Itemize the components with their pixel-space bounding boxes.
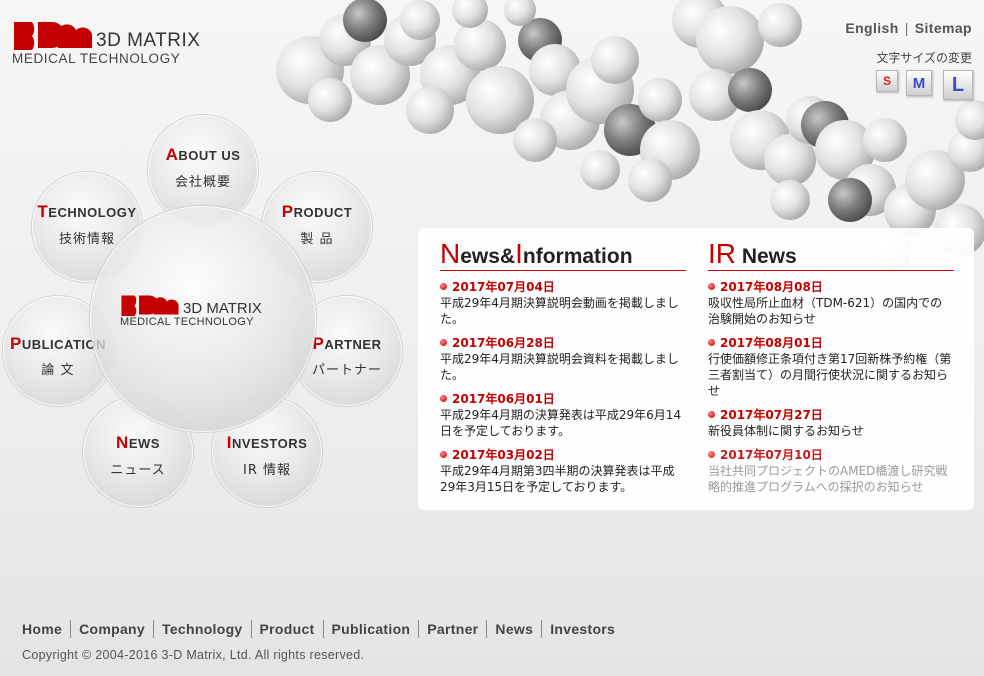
molecule-sphere <box>400 0 440 40</box>
font-size-medium-button[interactable]: M <box>906 70 932 96</box>
molecule-sphere <box>770 180 810 220</box>
molecule-sphere <box>628 158 672 202</box>
news-item[interactable]: 2017年06月28日 平成29年4月期決算説明会資料を掲載しました。 <box>440 335 686 383</box>
center-logo: 3D MATRIX MEDICAL TECHNOLOGY <box>120 294 290 334</box>
molecule-sphere <box>728 68 772 112</box>
footer-link-product[interactable]: Product <box>250 620 323 638</box>
news-item[interactable]: 2017年03月02日 平成29年4月期第3四半期の決算発表は平成29年3月15… <box>440 447 686 495</box>
news-item-date: 2017年06月28日 <box>440 335 686 351</box>
logo-name-line1: 3D MATRIX <box>96 30 201 51</box>
molecule-sphere <box>513 118 557 162</box>
header-links: English | Sitemap <box>845 20 972 36</box>
ir-news-item[interactable]: 2017年08月08日 吸収性局所止血材（TDM-621）の国内での治験開始のお… <box>708 279 954 327</box>
news-information-column: News&Information 2017年07月04日 平成29年4月期決算説… <box>440 238 686 503</box>
molecule-sphere <box>863 118 907 162</box>
font-size-large-button[interactable]: L <box>943 70 973 100</box>
nav-news-jp: ニュース <box>110 463 166 478</box>
nav-investors-jp: IR 情報 <box>243 463 291 478</box>
font-size-label: 文字サイズの変更 <box>876 51 972 65</box>
center-logo-circle[interactable]: 3D MATRIX MEDICAL TECHNOLOGY <box>90 206 316 432</box>
news-item-date: 2017年06月01日 <box>440 391 686 407</box>
ir-news-item-link[interactable]: 当社共同プロジェクトのAMED橋渡し研究戦略的推進プログラムへの採択のお知らせ <box>708 463 954 495</box>
news-item-link[interactable]: 平成29年4月期決算説明会動画を掲載しました。 <box>440 295 686 327</box>
ir-news-item-link[interactable]: 行使価額修正条項付き第17回新株予約権（第三者割当て）の月間行使状況に関するお知… <box>708 351 954 399</box>
molecule-sphere <box>406 86 454 134</box>
footer-link-home[interactable]: Home <box>22 620 70 638</box>
nav-product-en: PRODUCT <box>281 202 353 221</box>
footer-link-partner[interactable]: Partner <box>418 620 486 638</box>
ir-news-item[interactable]: 2017年07月27日 新役員体制に関するお知らせ <box>708 407 954 439</box>
ir-news-item[interactable]: 2017年07月10日 当社共同プロジェクトのAMED橋渡し研究戦略的推進プログ… <box>708 447 954 495</box>
logo-name-line2: MEDICAL TECHNOLOGY <box>12 51 181 66</box>
english-link[interactable]: English <box>845 20 898 36</box>
footer-link-company[interactable]: Company <box>70 620 153 638</box>
ir-news-item-link[interactable]: 吸収性局所止血材（TDM-621）の国内での治験開始のお知らせ <box>708 295 954 327</box>
news-item-link[interactable]: 平成29年4月期第3四半期の決算発表は平成29年3月15日を予定しております。 <box>440 463 686 495</box>
nav-partner-jp: パートナー <box>311 363 382 378</box>
molecule-sphere <box>308 78 352 122</box>
news-item-date: 2017年07月04日 <box>440 279 686 295</box>
ir-news-item-date: 2017年07月10日 <box>708 447 954 463</box>
ir-news-item[interactable]: 2017年08月01日 行使価額修正条項付き第17回新株予約権（第三者割当て）の… <box>708 335 954 399</box>
news-panel: News&Information 2017年07月04日 平成29年4月期決算説… <box>418 228 974 510</box>
news-list: 2017年07月04日 平成29年4月期決算説明会動画を掲載しました。 2017… <box>440 279 686 495</box>
news-information-heading: News&Information <box>440 238 686 271</box>
ir-news-item-date: 2017年07月27日 <box>708 407 954 423</box>
molecule-sphere <box>828 178 872 222</box>
footer-link-publication[interactable]: Publication <box>322 620 419 638</box>
nav-about-jp: 会社概要 <box>174 175 231 190</box>
ir-news-heading: IR News <box>708 238 954 271</box>
molecule-sphere <box>758 3 802 47</box>
nav-publication-jp: 論 文 <box>41 363 75 378</box>
molecule-sphere <box>591 36 639 84</box>
ir-news-item-date: 2017年08月01日 <box>708 335 954 351</box>
molecule-sphere <box>343 0 387 42</box>
news-item[interactable]: 2017年06月01日 平成29年4月期の決算発表は平成29年6月14日を予定し… <box>440 391 686 439</box>
molecule-sphere <box>638 78 682 122</box>
ir-news-item-link[interactable]: 新役員体制に関するお知らせ <box>708 423 954 439</box>
center-logo-line1: 3D MATRIX <box>183 300 262 317</box>
molecule-sphere <box>580 150 620 190</box>
footer-link-investors[interactable]: Investors <box>541 620 623 638</box>
center-logo-line2: MEDICAL TECHNOLOGY <box>120 316 254 328</box>
nav-about-en: ABOUT US <box>165 145 241 164</box>
font-size-small-button[interactable]: S <box>876 70 898 92</box>
logo-mark-icon <box>14 22 92 50</box>
news-item-link[interactable]: 平成29年4月期決算説明会資料を掲載しました。 <box>440 351 686 383</box>
nav-news-en: NEWS <box>116 433 160 452</box>
sitemap-link[interactable]: Sitemap <box>915 20 972 36</box>
news-item-link[interactable]: 平成29年4月期の決算発表は平成29年6月14日を予定しております。 <box>440 407 686 439</box>
news-item-date: 2017年03月02日 <box>440 447 686 463</box>
header-separator: | <box>904 20 909 36</box>
copyright: Copyright © 2004-2016 3-D Matrix, Ltd. A… <box>22 648 365 662</box>
molecule-sphere <box>696 6 764 74</box>
footer-link-news[interactable]: News <box>486 620 541 638</box>
company-logo[interactable]: 3D MATRIX MEDICAL TECHNOLOGY <box>12 20 242 70</box>
ir-news-column: IR News 2017年08月08日 吸収性局所止血材（TDM-621）の国内… <box>708 238 954 503</box>
molecule-sphere <box>454 19 506 71</box>
center-logo-mark-icon <box>121 295 179 316</box>
news-item[interactable]: 2017年07月04日 平成29年4月期決算説明会動画を掲載しました。 <box>440 279 686 327</box>
footer-nav: Home Company Technology Product Publicat… <box>22 620 623 638</box>
footer-link-technology[interactable]: Technology <box>153 620 251 638</box>
ir-news-item-date: 2017年08月08日 <box>708 279 954 295</box>
nav-investors-en: INVESTORS <box>226 433 308 452</box>
nav-technology-en: TECHNOLOGY <box>37 202 137 221</box>
ir-news-list: 2017年08月08日 吸収性局所止血材（TDM-621）の国内での治験開始のお… <box>708 279 954 495</box>
